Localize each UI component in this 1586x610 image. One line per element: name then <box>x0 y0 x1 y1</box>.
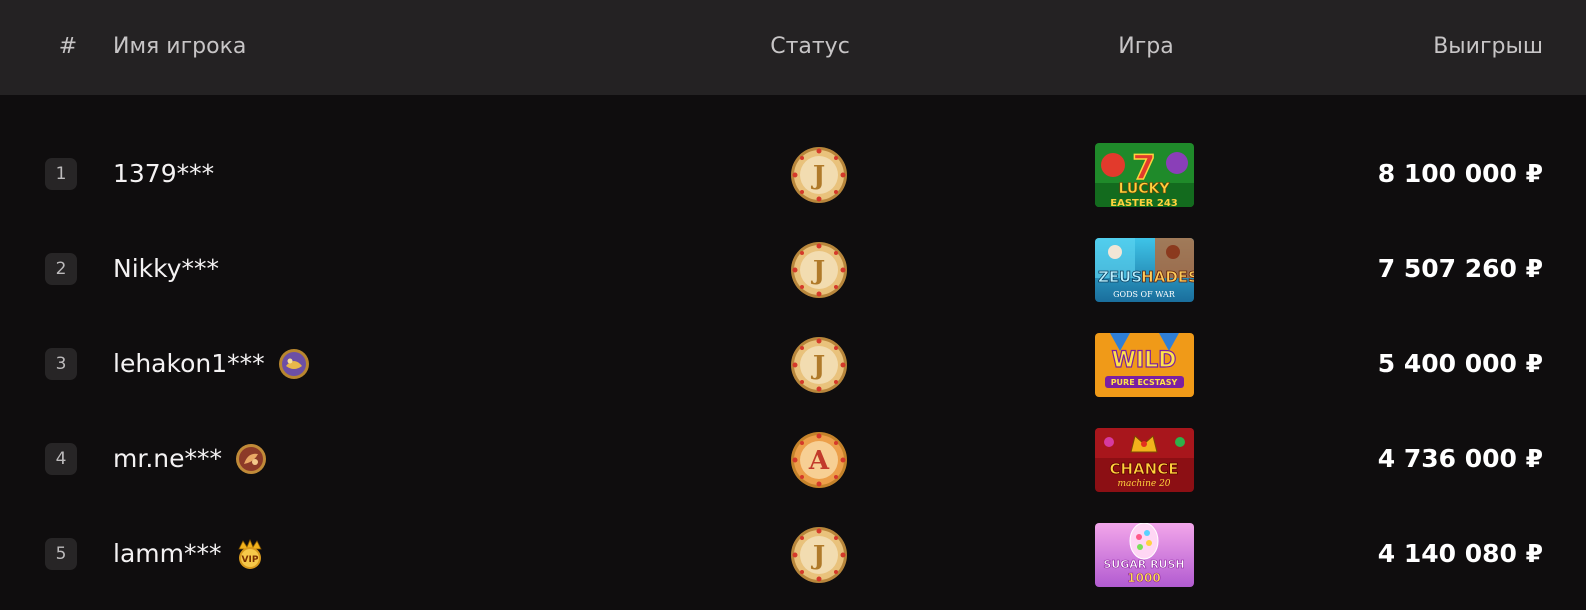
svg-text:PURE ECSTASY: PURE ECSTASY <box>1111 378 1178 387</box>
table-row: 5 lamm*** VIP J SUGAR RUSH 1000 4 140 08… <box>0 507 1586 602</box>
rank-badge: 2 <box>45 253 77 285</box>
svg-text:ZEUS: ZEUS <box>1098 268 1142 286</box>
winnings-amount: 4 140 080 ₽ <box>1377 539 1543 568</box>
svg-text:J: J <box>811 256 825 286</box>
svg-text:GODS OF WAR: GODS OF WAR <box>1113 290 1176 299</box>
player-name-text: lamm*** <box>113 539 222 568</box>
svg-text:VIP: VIP <box>242 555 259 565</box>
winnings-amount: 8 100 000 ₽ <box>1377 159 1543 188</box>
svg-text:J: J <box>811 351 825 381</box>
svg-text:machine 20: machine 20 <box>1117 479 1170 489</box>
svg-text:CHANCE: CHANCE <box>1110 460 1179 478</box>
winnings-amount: 4 736 000 ₽ <box>1377 444 1543 473</box>
status-coin-icon: A <box>790 431 848 489</box>
svg-text:HADES: HADES <box>1141 268 1194 286</box>
player-name-text: 1379*** <box>113 159 215 188</box>
column-header-winnings: Выигрыш <box>1433 34 1543 59</box>
status-coin-icon: J <box>790 526 848 584</box>
game-thumbnail-sugar-rush-1000[interactable]: SUGAR RUSH 1000 <box>1095 523 1194 587</box>
player-name-text: lehakon1*** <box>113 349 265 378</box>
column-header-player-name: Имя игрока <box>113 34 247 59</box>
game-thumbnail-wild-pure-ecstasy[interactable]: WILD PURE ECSTASY <box>1095 333 1194 397</box>
player-name: lehakon1*** <box>113 346 311 382</box>
rank-badge: 1 <box>45 158 77 190</box>
leaderboard-table: # Имя игрока Статус Игра Выигрыш 1 1379*… <box>0 0 1586 610</box>
player-name-text: mr.ne*** <box>113 444 223 473</box>
column-header-game: Игра <box>1118 34 1174 59</box>
winnings-amount: 7 507 260 ₽ <box>1377 254 1543 283</box>
player-level-badge-icon <box>234 442 268 476</box>
player-name: 1379*** <box>113 156 214 192</box>
winnings-amount: 5 400 000 ₽ <box>1377 349 1543 378</box>
game-thumbnail-lucky-easter[interactable]: 7 LUCKY EASTER 243 <box>1095 143 1194 207</box>
status-coin-icon: J <box>790 241 848 299</box>
svg-text:SUGAR RUSH: SUGAR RUSH <box>1103 558 1184 571</box>
svg-text:WILD: WILD <box>1112 348 1177 373</box>
player-name: Nikky*** <box>113 251 219 287</box>
rank-badge: 3 <box>45 348 77 380</box>
table-header: # Имя игрока Статус Игра Выигрыш <box>0 0 1586 95</box>
rank-badge: 5 <box>45 538 77 570</box>
game-thumbnail-zeus-vs-hades[interactable]: ZEUS HADES GODS OF WAR <box>1095 238 1194 302</box>
vip-crown-badge-icon: VIP <box>233 537 267 571</box>
game-thumbnail-chance-machine-20[interactable]: CHANCE machine 20 <box>1095 428 1194 492</box>
column-header-rank: # <box>58 34 78 59</box>
player-level-badge-icon <box>277 347 311 381</box>
player-name: mr.ne*** <box>113 441 268 477</box>
svg-text:A: A <box>808 446 830 476</box>
status-coin-icon: J <box>790 336 848 394</box>
table-row: 4 mr.ne*** A CHANCE machine 20 4 736 000… <box>0 412 1586 507</box>
table-row: 2 Nikky*** J ZEUS HADES GODS OF WAR 7 50… <box>0 222 1586 317</box>
table-row: 1 1379*** J 7 LUCKY EASTER 243 8 100 000… <box>0 127 1586 222</box>
status-coin-icon: J <box>790 146 848 204</box>
svg-text:EASTER 243: EASTER 243 <box>1110 198 1178 207</box>
svg-text:J: J <box>811 541 825 571</box>
table-row: 3 lehakon1*** J WILD PURE ECSTASY 5 400 … <box>0 317 1586 412</box>
player-name: lamm*** VIP <box>113 536 267 572</box>
column-header-status: Статус <box>770 34 850 59</box>
svg-text:LUCKY: LUCKY <box>1118 181 1170 197</box>
svg-text:J: J <box>811 161 825 191</box>
player-name-text: Nikky*** <box>113 254 220 283</box>
rank-badge: 4 <box>45 443 77 475</box>
svg-text:1000: 1000 <box>1127 571 1160 585</box>
